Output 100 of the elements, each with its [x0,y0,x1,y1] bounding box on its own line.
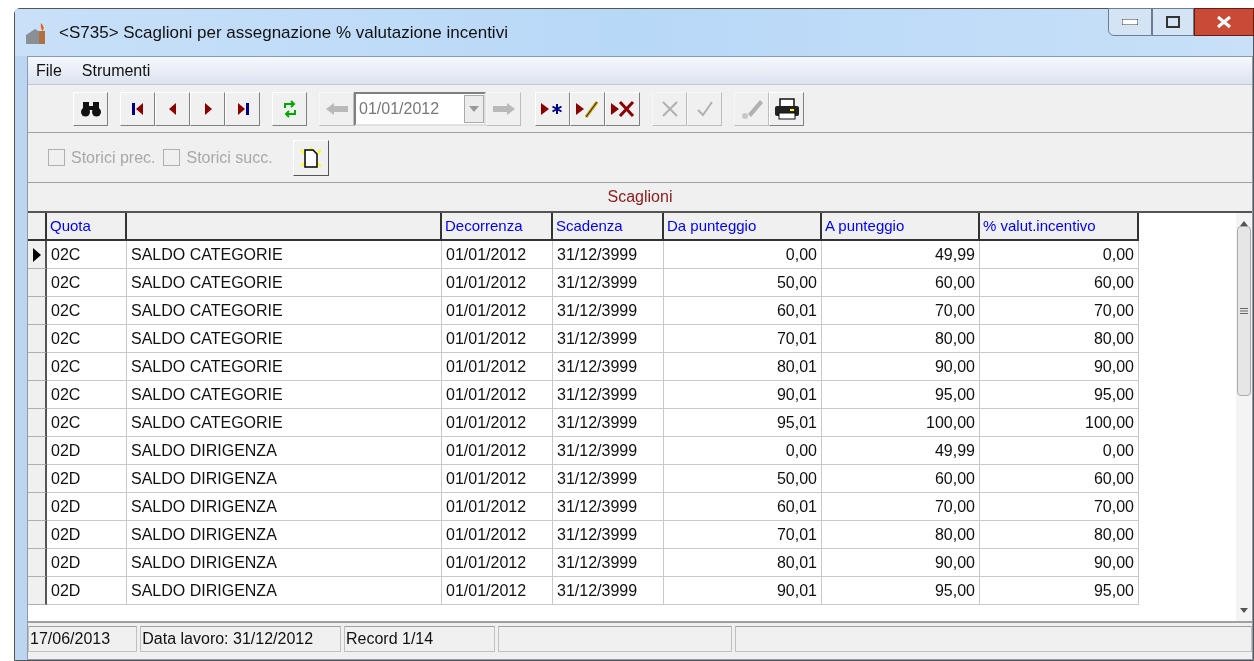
table-cell: 0,00 [980,241,1139,269]
column-header[interactable]: % valut.incentivo [980,213,1139,241]
toolbar-button[interactable] [73,91,108,126]
table-cell: 90,00 [822,353,980,381]
table-cell: SALDO DIRIGENZA [127,465,442,493]
table-cell: 01/01/2012 [442,353,553,381]
toolbar-button[interactable] [155,91,190,126]
table-cell: 31/12/3999 [553,381,664,409]
row-indicator[interactable] [28,409,47,437]
close-button[interactable] [1194,8,1254,36]
table-cell: 01/01/2012 [442,577,553,605]
table-cell: 70,00 [822,297,980,325]
table-cell: 50,00 [664,269,822,297]
table-cell: 02C [47,241,127,269]
table-cell: 01/01/2012 [442,409,553,437]
date-value: 01/01/2012 [358,98,441,119]
row-indicator[interactable] [28,493,47,521]
table-cell: 02D [47,521,127,549]
table-cell: SALDO CATEGORIE [127,409,442,437]
row-indicator[interactable] [28,241,47,269]
table-cell: 31/12/3999 [553,353,664,381]
row-indicator[interactable] [28,269,47,297]
table-cell: 90,00 [822,549,980,577]
table-cell: 02C [47,269,127,297]
table-cell: 01/01/2012 [442,493,553,521]
row-indicator[interactable] [28,325,47,353]
table-cell: SALDO DIRIGENZA [127,437,442,465]
row-indicator[interactable] [28,465,47,493]
column-header[interactable]: Scadenza [553,213,664,241]
table-cell: 80,01 [664,353,822,381]
dropdown-button[interactable] [464,94,484,123]
column-header[interactable] [127,213,442,241]
table-cell: 0,00 [664,437,822,465]
table-cell: 80,00 [980,325,1139,353]
table-cell: 95,00 [980,381,1139,409]
printer-icon [773,97,800,120]
eraser-icon [739,97,764,120]
row-indicator[interactable] [28,437,47,465]
table-cell: 31/12/3999 [553,297,664,325]
status-field: 17/06/2013 [28,626,138,652]
toolbar-button[interactable] [605,91,640,126]
column-header[interactable]: Decorrenza [442,213,553,241]
column-header[interactable]: Quota [47,213,127,241]
table-cell: SALDO DIRIGENZA [127,521,442,549]
table-cell: 60,01 [664,297,822,325]
table-cell: 95,00 [822,577,980,605]
table-cell: 02D [47,437,127,465]
table-cell: 31/12/3999 [553,325,664,353]
table-cell: 02C [47,297,127,325]
toolbar-button[interactable] [769,91,804,126]
table-cell: 02D [47,577,127,605]
table-cell: 31/12/3999 [553,269,664,297]
status-field: Record 1/14 [344,626,495,652]
table-cell: 100,00 [980,409,1139,437]
table-cell: SALDO DIRIGENZA [127,493,442,521]
table-cell: 31/12/3999 [553,577,664,605]
table-cell: 49,99 [822,437,980,465]
first-record-icon [130,101,145,116]
row-indicator[interactable] [28,521,47,549]
row-indicator[interactable] [28,577,47,605]
toolbar-button[interactable] [225,91,260,126]
row-indicator[interactable] [28,381,47,409]
previous-record-icon [167,101,178,116]
maximize-icon [1166,16,1180,28]
table-cell: 70,01 [664,325,822,353]
menu-item[interactable]: File [36,58,62,83]
table-cell: 80,00 [822,521,980,549]
column-header[interactable]: Da punteggio [664,213,822,241]
table-cell: 80,00 [822,325,980,353]
maximize-button[interactable] [1152,8,1194,36]
last-record-icon [235,101,250,116]
new-document-button[interactable] [292,139,329,176]
table-cell: SALDO DIRIGENZA [127,577,442,605]
scroll-thumb[interactable] [1237,226,1251,396]
table-cell: 01/01/2012 [442,437,553,465]
date-dropdown[interactable]: 01/01/2012 [354,91,486,126]
table-cell: 60,01 [664,493,822,521]
menu-item[interactable]: Strumenti [81,58,151,83]
table-cell: 90,01 [664,577,822,605]
toolbar-button[interactable] [120,91,155,126]
right-arrow-icon [491,101,516,116]
delete-record-icon [609,98,636,119]
table-cell: 80,00 [980,521,1139,549]
table-cell: 60,00 [980,465,1139,493]
toolbar-button[interactable] [190,91,225,126]
minimize-button[interactable] [1108,8,1152,36]
row-indicator[interactable] [28,297,47,325]
row-indicator[interactable] [28,549,47,577]
toolbar-button[interactable] [570,91,605,126]
toolbar-button[interactable] [535,91,570,126]
section-title: Scaglioni [607,187,673,207]
vertical-scrollbar[interactable] [1236,213,1252,621]
table-cell: 31/12/3999 [553,241,664,269]
table-cell: 90,00 [980,353,1139,381]
column-header[interactable]: A punteggio [822,213,980,241]
table-cell: 01/01/2012 [442,549,553,577]
search-icon [79,99,102,118]
row-indicator[interactable] [28,353,47,381]
table-cell: 80,01 [664,549,822,577]
table-cell: 01/01/2012 [442,521,553,549]
